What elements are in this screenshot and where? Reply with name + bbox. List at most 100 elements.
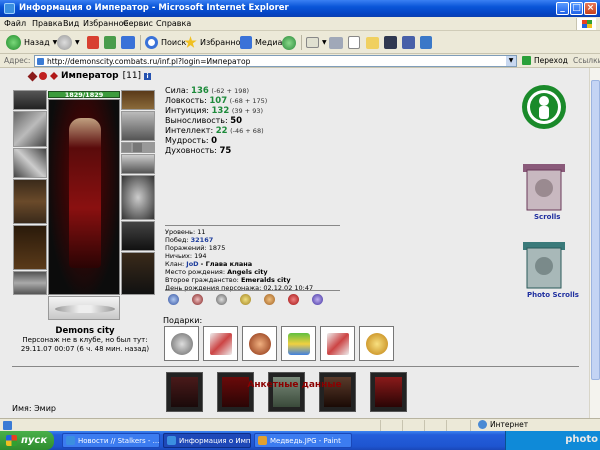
discuss-button[interactable] (366, 34, 382, 51)
back-label: Назад (24, 38, 50, 47)
ring-slot-1[interactable] (121, 142, 132, 153)
ring-slot-2[interactable] (132, 142, 143, 153)
info-icon[interactable]: i (144, 72, 152, 80)
security-zone: Интернет (478, 420, 528, 429)
medal-icon[interactable] (312, 294, 323, 305)
gift-item[interactable] (242, 326, 277, 361)
maximize-button[interactable]: □ (570, 2, 583, 15)
stop-icon (87, 36, 99, 49)
mail-button[interactable]: ▼ (306, 34, 327, 51)
start-button[interactable]: пуск (0, 431, 54, 450)
minimize-button[interactable]: _ (556, 2, 569, 15)
media-button[interactable]: Медиа (240, 34, 282, 51)
belt-slot[interactable] (13, 271, 47, 295)
earring-slot[interactable] (121, 90, 155, 110)
cloak-slot[interactable] (13, 225, 47, 270)
history-button[interactable] (282, 34, 299, 51)
bracer-slot[interactable] (13, 111, 47, 147)
task-paint[interactable]: Медведь.JPG - Paint (254, 433, 352, 448)
print-icon (329, 36, 343, 49)
extra-icon (420, 36, 432, 49)
medal-icon[interactable] (168, 294, 179, 305)
menu-bar: Файл Правка Вид Избранное Сервис Справка (0, 17, 600, 31)
gift-item[interactable] (281, 326, 316, 361)
refresh-button[interactable] (104, 34, 119, 51)
address-field[interactable]: http://demonscity.combats.ru/inf.pl?logi… (34, 55, 517, 67)
stop-button[interactable] (87, 34, 102, 51)
photo-scrolls-label[interactable]: Photo Scrolls (527, 291, 579, 299)
clan-link[interactable]: JoD (186, 260, 198, 268)
back-button[interactable]: Назад ▼ (6, 34, 57, 51)
task-info-window[interactable]: Информация о Импе... (163, 433, 251, 448)
menu-help[interactable]: Справка (156, 19, 191, 28)
research-button[interactable] (384, 34, 400, 51)
boots-slot[interactable] (121, 252, 155, 295)
edit-icon (348, 36, 360, 49)
present-card[interactable] (217, 372, 254, 412)
links-button[interactable]: Ссылки (573, 56, 600, 65)
scrolls-badge-icon[interactable] (519, 160, 569, 216)
refresh-icon (104, 36, 116, 49)
scrolls-label[interactable]: Scrolls (534, 213, 560, 221)
gauntlet-slot[interactable] (121, 154, 155, 174)
vertical-scrollbar[interactable] (589, 68, 600, 418)
ie-icon (167, 436, 176, 445)
menu-view[interactable]: Вид (63, 19, 79, 28)
search-button[interactable]: Поиск (145, 34, 186, 51)
medal-icon[interactable] (216, 294, 227, 305)
address-bar: Адрес: http://demonscity.combats.ru/inf.… (0, 54, 600, 68)
stat-spirituality: Духовность: 75 (165, 146, 232, 156)
clan-emblem-icon[interactable] (521, 84, 567, 130)
menu-tools[interactable]: Сервис (123, 19, 153, 28)
scrollbar-thumb[interactable] (591, 80, 600, 380)
search-label: Поиск (161, 38, 187, 47)
clan-icon[interactable] (39, 72, 47, 80)
gift-item[interactable] (203, 326, 238, 361)
print-button[interactable] (329, 34, 346, 51)
go-label: Переход (534, 56, 568, 65)
favorites-button[interactable]: Избранное (184, 34, 245, 51)
task-stalkers[interactable]: Новости // Stalkers - ... (62, 433, 160, 448)
close-button[interactable]: × (584, 2, 597, 15)
gift-item[interactable] (359, 326, 394, 361)
present-card[interactable] (319, 372, 356, 412)
armor-slot[interactable] (13, 179, 47, 224)
menu-file[interactable]: Файл (4, 19, 26, 28)
gloves-slot[interactable] (121, 111, 155, 141)
present-card[interactable] (370, 372, 407, 412)
leggings-slot[interactable] (121, 221, 155, 251)
edit-button[interactable] (348, 34, 363, 51)
gift-item[interactable] (320, 326, 355, 361)
detail-draws: Ничьих: 194 (165, 252, 207, 260)
photo-scrolls-badge-icon[interactable] (519, 238, 569, 294)
extra-button[interactable] (420, 34, 435, 51)
weapon-slot[interactable] (13, 148, 47, 178)
page-icon (37, 58, 44, 65)
go-button[interactable]: Переход (522, 56, 568, 65)
home-button[interactable] (121, 34, 138, 51)
address-url[interactable]: http://demonscity.combats.ru/inf.pl?logi… (47, 57, 250, 66)
medal-icon[interactable] (240, 294, 251, 305)
character-avatar (48, 99, 120, 295)
helmet-slot[interactable] (13, 90, 47, 110)
gift-item[interactable] (164, 326, 199, 361)
chevron-down-icon[interactable]: ▼ (506, 56, 516, 66)
detail-losses: Поражений: 1875 (165, 244, 226, 252)
medal-icon[interactable] (264, 294, 275, 305)
medal-icon[interactable] (192, 294, 203, 305)
align-icon (27, 71, 38, 81)
present-card[interactable] (268, 372, 305, 412)
discuss-icon (366, 36, 379, 49)
medal-icon[interactable] (288, 294, 299, 305)
messenger-button[interactable] (402, 34, 418, 51)
divider (165, 225, 340, 226)
shield-slot[interactable] (121, 175, 155, 220)
ring-slot-3[interactable] (143, 142, 155, 153)
menu-edit[interactable]: Правка (32, 19, 62, 28)
character-name: Император (61, 71, 119, 81)
menu-favorites[interactable]: Избранное (83, 19, 128, 28)
present-card[interactable] (166, 372, 203, 412)
go-arrow-icon (522, 56, 531, 65)
hp-bar: 1829/1829 (48, 91, 120, 99)
forward-button[interactable]: ▼ (57, 34, 80, 51)
